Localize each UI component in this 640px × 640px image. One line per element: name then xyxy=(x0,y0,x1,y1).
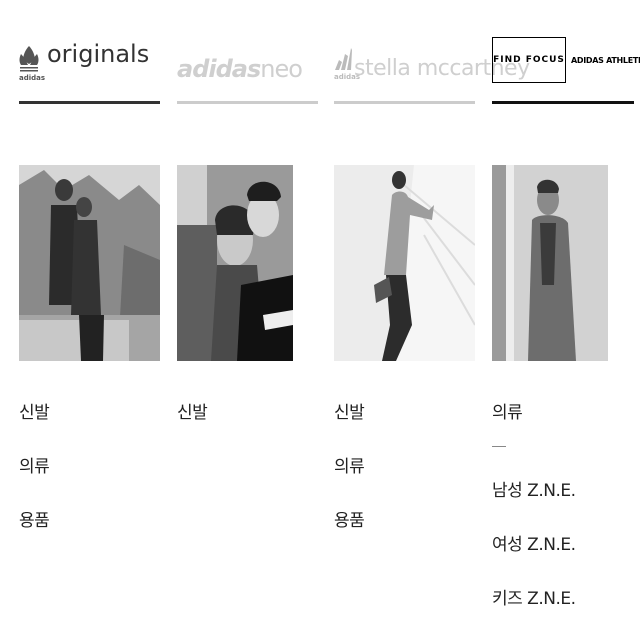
athletics-label: ADIDAS ATHLETICS xyxy=(571,56,640,65)
links-divider xyxy=(492,446,506,447)
originals-links: 신발 의류 용품 xyxy=(19,400,50,562)
brand-underline-active xyxy=(492,101,634,104)
neo-links: 신발 xyxy=(177,400,208,454)
brand-underline-inactive xyxy=(177,101,318,104)
brand-column-stella: adidas stella mccartney 신발 의류 용품 xyxy=(334,0,530,531)
brand-header-originals[interactable]: adidas originals xyxy=(19,0,160,104)
originals-photo[interactable] xyxy=(19,165,160,361)
athletics-link-men-zne[interactable]: 남성 Z.N.E. xyxy=(492,478,576,504)
stella-photo[interactable] xyxy=(334,165,475,361)
athletics-link-clothing[interactable]: 의류 xyxy=(492,400,576,426)
brand-header-neo[interactable]: adidasneo xyxy=(177,0,318,104)
neo-logo-adidas: adidas xyxy=(177,55,261,83)
athletics-link-women-zne[interactable]: 여성 Z.N.E. xyxy=(492,532,576,558)
athletics-links: 의류 남성 Z.N.E. 여성 Z.N.E. 키즈 Z.N.E. xyxy=(492,400,576,640)
originals-link-shoes[interactable]: 신발 xyxy=(19,400,50,426)
neo-logo-neo: neo xyxy=(260,55,303,83)
stella-link-shoes[interactable]: 신발 xyxy=(334,400,365,426)
brand-menu: adidas originals 신발 의류 용품 adidasneo 신발 a… xyxy=(0,0,640,640)
neo-logo: adidasneo xyxy=(177,55,303,83)
brand-header-stella[interactable]: adidas stella mccartney xyxy=(334,0,530,104)
stella-link-accessories[interactable]: 용품 xyxy=(334,508,365,534)
originals-link-accessories[interactable]: 용품 xyxy=(19,508,50,534)
stella-links: 신발 의류 용품 xyxy=(334,400,365,562)
brand-column-originals: adidas originals 신발 의류 용품 xyxy=(19,0,160,531)
athletics-photo[interactable] xyxy=(492,165,608,361)
brand-column-athletics: FIND FOCUS ADIDAS ATHLETICS 의류 남성 Z.N.E.… xyxy=(492,0,640,609)
stella-link-clothing[interactable]: 의류 xyxy=(334,454,365,480)
brand-underline-inactive xyxy=(334,101,475,104)
athletics-link-kids-zne[interactable]: 키즈 Z.N.E. xyxy=(492,586,576,612)
brand-underline-active xyxy=(19,101,160,104)
originals-link-clothing[interactable]: 의류 xyxy=(19,454,50,480)
brand-header-athletics[interactable]: FIND FOCUS ADIDAS ATHLETICS xyxy=(492,0,640,104)
originals-brand-name: originals xyxy=(47,40,150,68)
find-focus-logo: FIND FOCUS xyxy=(492,37,566,83)
neo-link-shoes[interactable]: 신발 xyxy=(177,400,208,426)
originals-logo-small-text: adidas xyxy=(19,74,46,82)
brand-column-neo: adidasneo 신발 xyxy=(177,0,318,423)
neo-photo[interactable] xyxy=(177,165,293,361)
